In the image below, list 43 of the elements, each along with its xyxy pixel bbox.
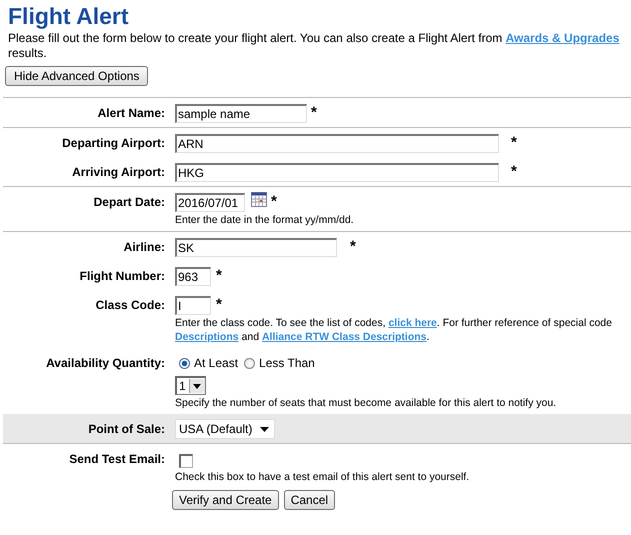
page-title: Flight Alert (7, 2, 130, 29)
field-label: Departing Airport: (62, 135, 165, 152)
required-mark: * (511, 165, 517, 179)
field-label: Arriving Airport: (72, 164, 165, 181)
field-label: Availability Quantity: (46, 355, 165, 372)
field-label: Airline: (124, 239, 165, 256)
checkbox[interactable] (179, 454, 193, 468)
calendar-icon[interactable] (251, 192, 267, 207)
field-label: Depart Date: (94, 194, 165, 211)
required-mark: * (271, 195, 277, 209)
form-button[interactable]: Verify and Create (172, 490, 279, 510)
form-button[interactable]: Cancel (284, 490, 336, 510)
input-field[interactable]: HKG (175, 162, 499, 182)
quantity-dropdown[interactable]: 1 (175, 376, 206, 395)
input-field[interactable]: sample name (175, 104, 307, 122)
input-field[interactable]: 963 (175, 266, 211, 286)
required-mark: * (511, 136, 517, 150)
input-field[interactable]: 2016/07/01 (175, 192, 245, 212)
input-field[interactable]: SK (175, 238, 337, 256)
required-mark: * (216, 269, 222, 283)
radio-button[interactable] (244, 358, 256, 368)
required-mark: * (216, 298, 222, 312)
radio-label: Less Than (259, 356, 315, 370)
caret-icon (193, 384, 202, 388)
intro-text: Please fill out the form below to create your flight alert. You can also create a Flight Alert from Awards & Upgrades results. (8, 31, 620, 61)
field-label: Alert Name: (98, 105, 165, 122)
caret-icon (260, 426, 270, 432)
field-label: Point of Sale: (88, 421, 165, 438)
help-text: Check this box to have a test email of this alert sent to yourself. (175, 470, 470, 484)
field-label: Class Code: (96, 297, 165, 314)
point-of-sale-dropdown[interactable]: USA (Default) (175, 419, 276, 439)
help-text: Specify the number of seats that must become available for this alert to notify you. (175, 396, 558, 410)
radio-label: At Least (194, 356, 238, 370)
radio-button[interactable] (179, 358, 190, 368)
field-label: Flight Number: (80, 268, 165, 285)
help-text: Enter the date in the format yy/mm/dd. (175, 213, 355, 227)
required-mark: * (311, 106, 317, 120)
field-label: Send Test Email: (69, 451, 165, 468)
input-field[interactable]: I (175, 296, 211, 314)
help-text: Enter the class code. To see the list of codes, click here. For further reference of special code Descriptions and Alliance RTW Class Descriptions. (175, 316, 613, 344)
hide-advanced-options-button[interactable]: Hide Advanced Options (5, 66, 148, 86)
required-mark: * (350, 240, 356, 254)
input-field[interactable]: ARN (175, 134, 499, 152)
